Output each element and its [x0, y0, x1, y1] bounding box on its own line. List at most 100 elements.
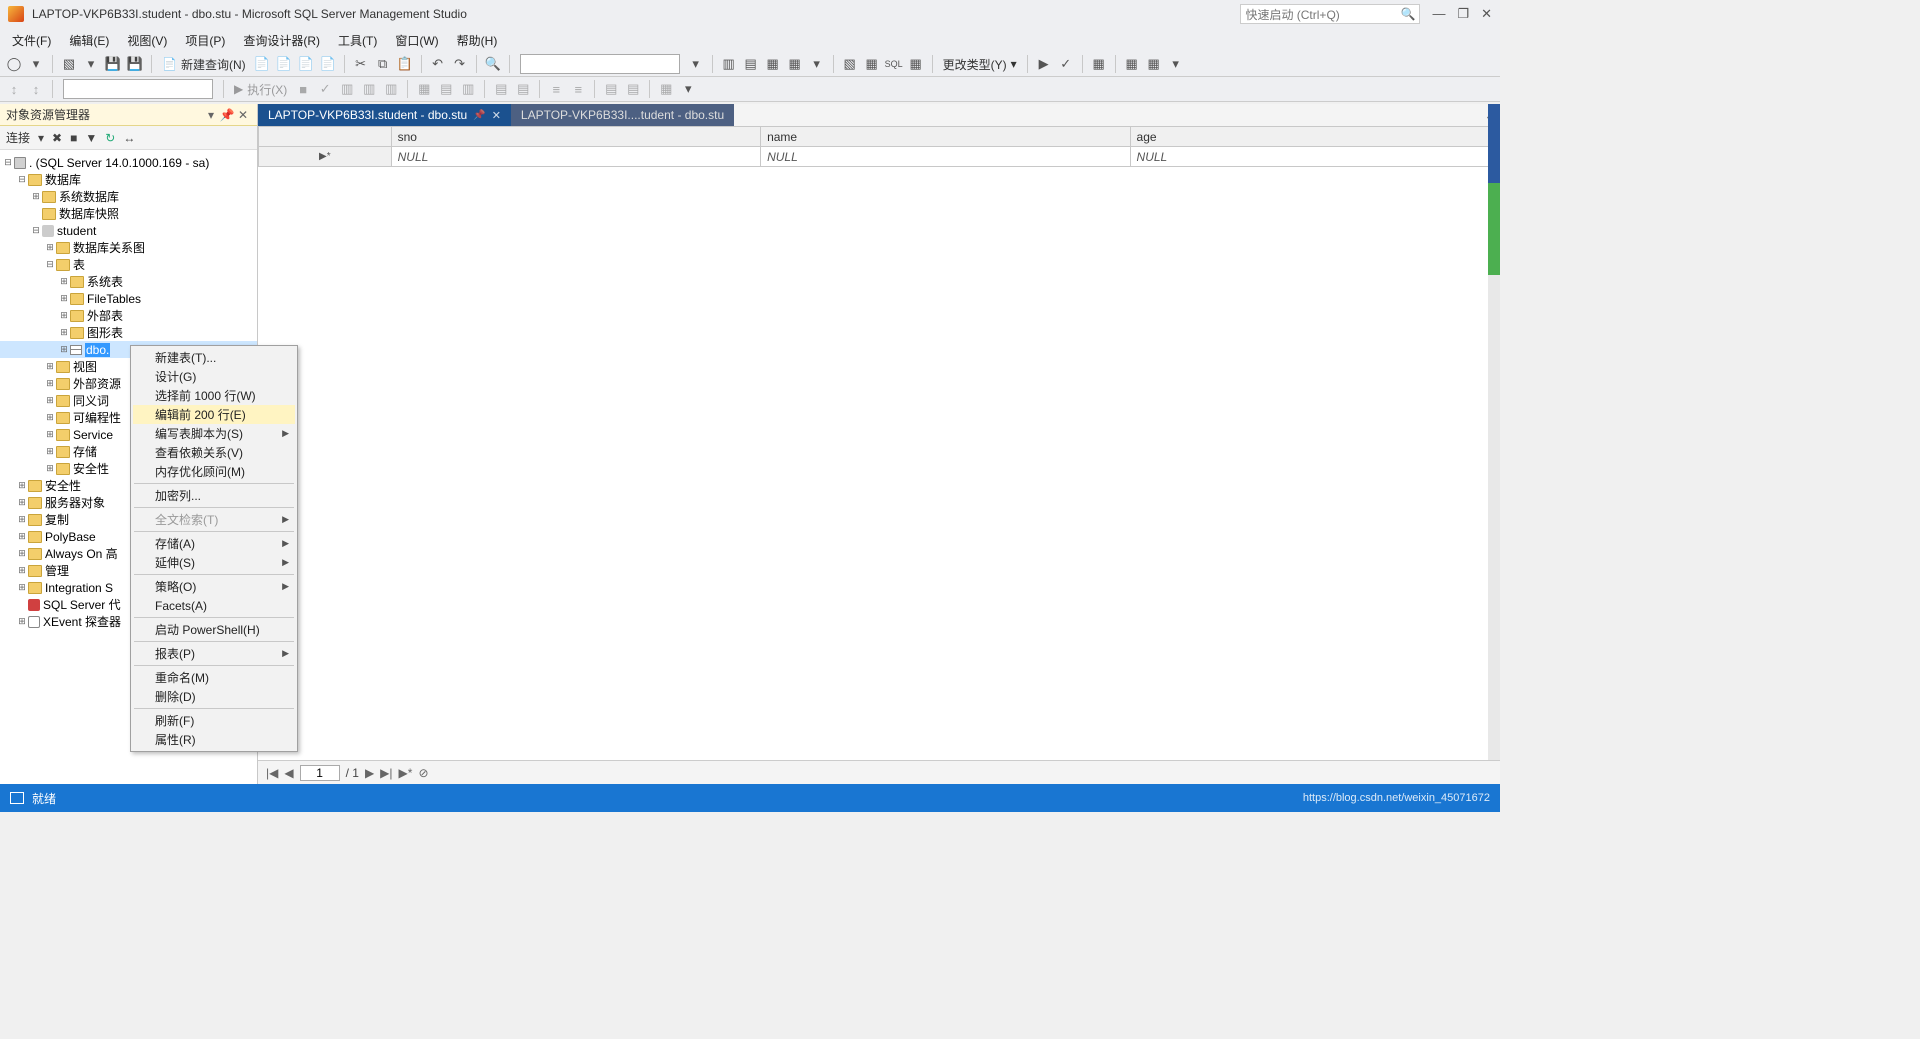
tree-db-snapshots[interactable]: 数据库快照 — [0, 205, 257, 222]
ctx-edit-top[interactable]: 编辑前 200 行(E) — [133, 405, 295, 424]
new-query-button[interactable]: 📄 新建查询(N) — [158, 56, 250, 73]
nav-first-icon[interactable]: |◀ — [266, 766, 278, 780]
col-age[interactable]: age — [1130, 127, 1499, 147]
toolbar2-overflow-icon[interactable]: ▾ — [678, 79, 698, 99]
ctx-script-table[interactable]: 编写表脚本为(S)▶ — [133, 424, 295, 443]
properties-icon[interactable]: ▾ — [686, 54, 706, 74]
panel-pin-icon[interactable]: 📌 — [219, 108, 235, 122]
tree-file-tables[interactable]: ⊞FileTables — [0, 290, 257, 307]
save-all-icon[interactable]: 💾 — [103, 54, 123, 74]
verify-sql-icon[interactable]: ✓ — [1056, 54, 1076, 74]
ctx-policies[interactable]: 策略(O)▶ — [133, 577, 295, 596]
tree-server-root[interactable]: ⊟. (SQL Server 14.0.1000.169 - sa) — [0, 154, 257, 171]
connect-label[interactable]: 连接 — [6, 129, 30, 146]
tree-db-diagrams[interactable]: ⊞数据库关系图 — [0, 239, 257, 256]
menu-file[interactable]: 文件(F) — [12, 32, 51, 49]
sql-pane-icon[interactable]: ▦ — [763, 54, 783, 74]
solution-combo[interactable] — [520, 54, 680, 74]
dmx-query-icon[interactable]: 📄 — [296, 54, 316, 74]
save-icon[interactable]: 💾 — [125, 54, 145, 74]
col-sno[interactable]: sno — [391, 127, 760, 147]
nav-fwd-icon[interactable]: ▾ — [26, 54, 46, 74]
find-icon[interactable]: 🔍 — [483, 54, 503, 74]
menu-edit[interactable]: 编辑(E) — [69, 32, 109, 49]
tree-tables[interactable]: ⊟表 — [0, 256, 257, 273]
mdx-query-icon[interactable]: 📄 — [274, 54, 294, 74]
toolbar-overflow-icon[interactable]: ▾ — [1166, 54, 1186, 74]
panel-dropdown-icon[interactable]: ▾ — [203, 108, 219, 122]
ctx-design[interactable]: 设计(G) — [133, 367, 295, 386]
ctx-refresh[interactable]: 刷新(F) — [133, 711, 295, 730]
menu-tools[interactable]: 工具(T) — [338, 32, 377, 49]
cut-icon[interactable]: ✂ — [351, 54, 371, 74]
ctx-rename[interactable]: 重命名(M) — [133, 668, 295, 687]
paste-icon[interactable]: 📋 — [395, 54, 415, 74]
open-icon[interactable]: ▾ — [81, 54, 101, 74]
connect-dropdown-icon[interactable]: ▾ — [38, 131, 44, 145]
tree-graph-tables[interactable]: ⊞图形表 — [0, 324, 257, 341]
ctx-select-top[interactable]: 选择前 1000 行(W) — [133, 386, 295, 405]
results-pane-icon[interactable]: ▦ — [785, 54, 805, 74]
tab-inactive[interactable]: LAPTOP-VKP6B33I....tudent - dbo.stu — [511, 104, 734, 126]
ctx-reports[interactable]: 报表(P)▶ — [133, 644, 295, 663]
show-grid-icon[interactable]: ▦ — [862, 54, 882, 74]
sync-icon[interactable]: ↔ — [123, 131, 135, 145]
criteria-pane-icon[interactable]: ▤ — [741, 54, 761, 74]
tree-external-tables[interactable]: ⊞外部表 — [0, 307, 257, 324]
show-diagram-icon[interactable]: ▧ — [840, 54, 860, 74]
tree-databases[interactable]: ⊟数据库 — [0, 171, 257, 188]
menu-help[interactable]: 帮助(H) — [457, 32, 498, 49]
ctx-mem-opt[interactable]: 内存优化顾问(M) — [133, 462, 295, 481]
new-project-icon[interactable]: ▧ — [59, 54, 79, 74]
col-name[interactable]: name — [761, 127, 1130, 147]
vertical-scroll-strip[interactable] — [1488, 104, 1500, 760]
menu-project[interactable]: 项目(P) — [185, 32, 225, 49]
pin-icon[interactable]: 📌 — [473, 110, 485, 121]
ctx-delete[interactable]: 删除(D) — [133, 687, 295, 706]
menu-window[interactable]: 窗口(W) — [395, 32, 438, 49]
tab-close-icon[interactable]: ✕ — [492, 109, 501, 122]
add-derived-icon[interactable]: ▦ — [1144, 54, 1164, 74]
run-sql-icon[interactable]: ▶ — [1034, 54, 1054, 74]
ctx-new-table[interactable]: 新建表(T)... — [133, 348, 295, 367]
copy-icon[interactable]: ⧉ — [373, 54, 393, 74]
tree-sys-tables[interactable]: ⊞系统表 — [0, 273, 257, 290]
table-row[interactable]: ▶* NULL NULL NULL — [259, 147, 1500, 167]
tree-sys-databases[interactable]: ⊞系统数据库 — [0, 188, 257, 205]
undo-icon[interactable]: ↶ — [428, 54, 448, 74]
nav-cancel-icon[interactable]: ⊘ — [418, 766, 428, 780]
cell-name[interactable]: NULL — [761, 147, 1130, 167]
nav-new-icon[interactable]: ▶* — [399, 766, 413, 780]
search-icon[interactable]: 🔍 — [1400, 7, 1415, 21]
menu-query-designer[interactable]: 查询设计器(R) — [243, 32, 320, 49]
minimize-button[interactable]: — — [1432, 6, 1445, 22]
ctx-powershell[interactable]: 启动 PowerShell(H) — [133, 620, 295, 639]
quick-launch-box[interactable]: 快速启动 (Ctrl+Q) 🔍 — [1240, 4, 1420, 24]
nav-back-icon[interactable]: ◯ — [4, 54, 24, 74]
change-type-button[interactable]: 更改类型(Y) ▾ — [939, 56, 1021, 73]
grid-dropdown-icon[interactable]: ▾ — [807, 54, 827, 74]
show-sql-icon[interactable]: SQL — [884, 54, 904, 74]
ctx-properties[interactable]: 属性(R) — [133, 730, 295, 749]
nav-next-icon[interactable]: ▶ — [365, 766, 374, 780]
ctx-encrypt[interactable]: 加密列... — [133, 486, 295, 505]
add-table-icon[interactable]: ▦ — [1122, 54, 1142, 74]
nav-last-icon[interactable]: ▶| — [380, 766, 392, 780]
redo-icon[interactable]: ↷ — [450, 54, 470, 74]
ctx-stretch[interactable]: 延伸(S)▶ — [133, 553, 295, 572]
nav-position-input[interactable] — [300, 765, 340, 781]
ctx-view-deps[interactable]: 查看依赖关系(V) — [133, 443, 295, 462]
filter-icon[interactable]: ▼ — [85, 131, 97, 145]
close-button[interactable]: ✕ — [1481, 6, 1492, 22]
disconnect-icon[interactable]: ✖ — [52, 131, 62, 145]
db-engine-query-icon[interactable]: 📄 — [252, 54, 272, 74]
diagram-pane-icon[interactable]: ▥ — [719, 54, 739, 74]
stop-icon[interactable]: ■ — [70, 131, 77, 145]
show-results-icon[interactable]: ▦ — [906, 54, 926, 74]
ctx-storage[interactable]: 存储(A)▶ — [133, 534, 295, 553]
cell-sno[interactable]: NULL — [391, 147, 760, 167]
data-grid[interactable]: sno name age ▶* NULL NULL NULL — [258, 126, 1500, 167]
tab-active[interactable]: LAPTOP-VKP6B33I.student - dbo.stu 📌 ✕ — [258, 104, 511, 126]
menu-view[interactable]: 视图(V) — [127, 32, 167, 49]
add-group-icon[interactable]: ▦ — [1089, 54, 1109, 74]
